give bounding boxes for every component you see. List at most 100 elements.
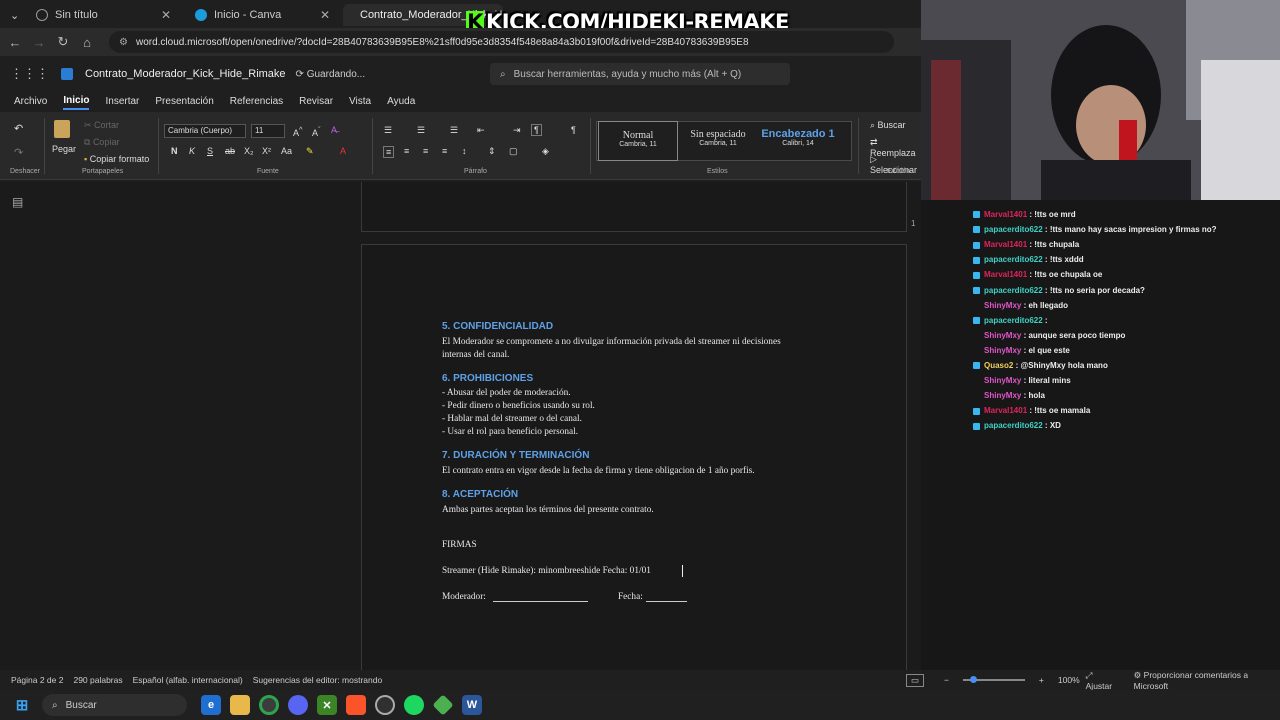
word-count[interactable]: 290 palabras: [73, 675, 122, 685]
zoom-out-icon[interactable]: −: [944, 675, 949, 685]
chat-username[interactable]: Marval1401: [984, 210, 1027, 219]
brave-icon[interactable]: [346, 695, 366, 715]
paste-button[interactable]: Pegar: [52, 144, 76, 154]
line-spacing-icon[interactable]: ↕: [462, 146, 467, 156]
file-explorer-icon[interactable]: [230, 695, 250, 715]
chat-username[interactable]: Marval1401: [984, 270, 1027, 279]
paste-icon[interactable]: [54, 120, 70, 138]
bold-icon[interactable]: N: [171, 146, 178, 156]
edge-icon[interactable]: e: [201, 695, 221, 715]
url-input[interactable]: ⚙ word.cloud.microsoft/open/onedrive/?do…: [109, 31, 894, 53]
tab-vista[interactable]: Vista: [349, 96, 371, 109]
chat-username[interactable]: ShinyMxy: [984, 301, 1021, 310]
chat-username[interactable]: papacerdito622: [984, 255, 1043, 264]
chat-username[interactable]: ShinyMxy: [984, 376, 1021, 385]
tab-insertar[interactable]: Insertar: [105, 96, 139, 109]
align-center-icon[interactable]: ≡: [404, 146, 409, 156]
chat-username[interactable]: papacerdito622: [984, 316, 1043, 325]
chat-username[interactable]: papacerdito622: [984, 286, 1043, 295]
undo-icon[interactable]: ↶: [14, 122, 23, 135]
chat-username[interactable]: papacerdito622: [984, 225, 1043, 234]
page-count[interactable]: Página 2 de 2: [11, 675, 63, 685]
style-no-spacing[interactable]: Sin espaciado Cambria, 11: [678, 121, 758, 161]
tab-archivo[interactable]: Archivo: [14, 96, 47, 109]
home-icon[interactable]: ⌂: [75, 35, 99, 50]
app-launcher-icon[interactable]: ⋮⋮⋮: [10, 66, 49, 82]
spotify-icon[interactable]: [404, 695, 424, 715]
zoom-level[interactable]: 100%: [1058, 675, 1080, 685]
discord-icon[interactable]: [288, 695, 308, 715]
font-name-select[interactable]: Cambria (Cuerpo): [164, 124, 246, 138]
superscript-icon[interactable]: X²: [262, 146, 271, 156]
copy-button[interactable]: ⧉ Copiar: [84, 137, 119, 148]
chat-username[interactable]: papacerdito622: [984, 421, 1043, 430]
paragraph-spacing-icon[interactable]: ⇕: [488, 146, 496, 157]
chat-username[interactable]: ShinyMxy: [984, 346, 1021, 355]
chat-username[interactable]: Marval1401: [984, 240, 1027, 249]
fit-button[interactable]: ⤢ Ajustar: [1086, 670, 1120, 691]
show-marks-icon[interactable]: ¶: [571, 125, 576, 135]
site-info-icon[interactable]: ⚙: [119, 37, 128, 48]
shrink-font-icon[interactable]: Aˇ: [312, 125, 321, 138]
feedback-button[interactable]: ⚙ Proporcionar comentarios a Microsoft: [1134, 670, 1280, 691]
align-left-icon[interactable]: ≡: [383, 146, 395, 158]
italic-icon[interactable]: K: [189, 146, 195, 156]
change-case-icon[interactable]: Aa: [281, 146, 292, 156]
tab-inicio[interactable]: Inicio: [63, 95, 90, 110]
word-taskbar-icon[interactable]: W: [462, 695, 482, 715]
increase-indent-icon[interactable]: ⇥: [513, 125, 521, 136]
strikethrough-icon[interactable]: ab: [225, 146, 235, 156]
tab-list-button[interactable]: ⌄: [0, 4, 28, 26]
zoom-in-icon[interactable]: +: [1039, 675, 1044, 685]
zoom-slider-thumb[interactable]: [970, 676, 977, 683]
chat-username[interactable]: Marval1401: [984, 406, 1027, 415]
numbering-icon[interactable]: ☰: [417, 125, 425, 136]
reload-icon[interactable]: ↻: [51, 34, 75, 50]
tab-revisar[interactable]: Revisar: [299, 96, 333, 109]
ltr-icon[interactable]: ¶: [531, 124, 542, 136]
language-status[interactable]: Español (alfab. internacional): [133, 675, 243, 685]
style-heading-1[interactable]: Encabezado 1 Calibri, 14: [758, 121, 838, 161]
tab-sin-titulo[interactable]: Sin título ✕: [26, 4, 181, 26]
borders-icon[interactable]: ▢: [509, 146, 518, 157]
format-painter-button[interactable]: ▪ Copiar formato: [84, 154, 149, 164]
justify-icon[interactable]: ≡: [442, 146, 447, 156]
close-icon[interactable]: ✕: [161, 8, 171, 22]
decrease-indent-icon[interactable]: ⇤: [477, 125, 485, 136]
tab-ayuda[interactable]: Ayuda: [387, 96, 415, 109]
chrome-icon[interactable]: [259, 695, 279, 715]
tab-referencias[interactable]: Referencias: [230, 96, 283, 109]
grow-font-icon[interactable]: A^: [293, 125, 303, 138]
align-right-icon[interactable]: ≡: [423, 146, 428, 156]
subscript-icon[interactable]: X₂: [244, 146, 254, 156]
style-normal[interactable]: Normal Cambria, 11: [598, 121, 678, 161]
highlight-icon[interactable]: ✎: [306, 146, 314, 157]
editor-suggestions[interactable]: Sugerencias del editor: mostrando: [253, 675, 382, 685]
forward-icon[interactable]: →: [27, 35, 51, 50]
view-mode-icon[interactable]: ▭: [906, 673, 925, 687]
font-size-select[interactable]: 11: [251, 124, 285, 138]
redo-icon[interactable]: ↷: [14, 146, 23, 159]
find-button[interactable]: ⌕ Buscar: [870, 120, 906, 131]
bullets-icon[interactable]: ☰: [384, 125, 392, 136]
chat-username[interactable]: Quaso2: [984, 361, 1013, 370]
back-icon[interactable]: ←: [3, 35, 27, 50]
font-color-icon[interactable]: A: [340, 146, 346, 156]
search-box[interactable]: ⌕ Buscar herramientas, ayuda y mucho más…: [490, 63, 790, 85]
tab-presentacion[interactable]: Presentación: [155, 96, 213, 109]
minecraft-icon[interactable]: ✕: [317, 695, 337, 715]
document-title[interactable]: Contrato_Moderador_Kick_Hide_Rimake: [85, 68, 286, 80]
multilevel-list-icon[interactable]: ☰: [450, 125, 458, 136]
gem-app-icon[interactable]: [432, 694, 454, 716]
cut-button[interactable]: ✂ Cortar: [84, 120, 119, 131]
shading-icon[interactable]: ◈: [542, 146, 549, 157]
zoom-slider[interactable]: [963, 676, 1025, 683]
clear-format-icon[interactable]: A̶: [331, 125, 337, 135]
close-icon[interactable]: ✕: [320, 8, 330, 22]
taskbar-search[interactable]: ⌕ Buscar: [42, 694, 187, 716]
tab-canva[interactable]: Inicio - Canva ✕: [185, 4, 340, 26]
obs-icon[interactable]: [375, 695, 395, 715]
navigation-pane-icon[interactable]: ▤: [12, 195, 23, 209]
chat-username[interactable]: ShinyMxy: [984, 331, 1021, 340]
windows-start-icon[interactable]: ⊞: [12, 695, 32, 715]
